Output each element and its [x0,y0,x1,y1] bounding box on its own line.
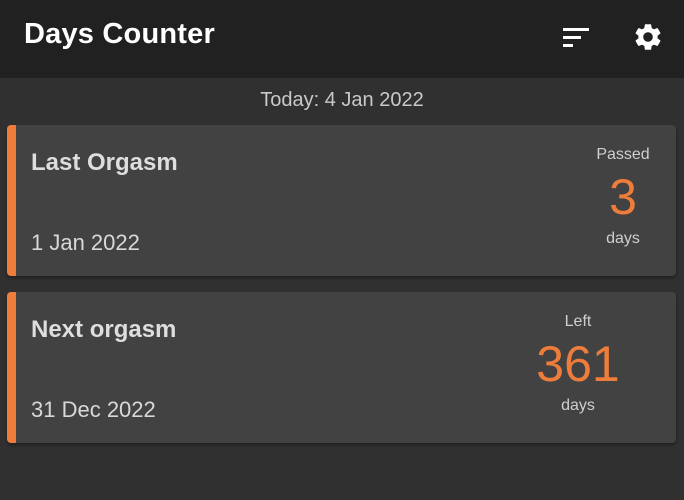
sort-button[interactable] [554,15,598,59]
app-root: Days Counter Today: 4 Jan 2022 Last Orga… [0,0,684,500]
counter-card-last[interactable]: Last Orgasm 1 Jan 2022 Passed 3 days [7,125,676,276]
card-accent-bar [7,125,16,276]
day-counter: Left 361 days [498,312,658,416]
app-title: Days Counter [24,18,215,50]
card-date: 1 Jan 2022 [31,230,140,255]
counter-value: 3 [609,169,637,225]
card-date: 31 Dec 2022 [31,397,156,422]
counter-value: 361 [536,336,620,392]
card-accent-bar [7,292,16,443]
counter-unit: days [561,397,595,414]
day-counter: Passed 3 days [528,145,658,249]
card-title: Next orgasm [31,316,177,343]
counter-label: Passed [596,146,650,163]
sort-icon [563,28,589,47]
card-title: Last Orgasm [31,149,178,176]
counter-label: Left [564,313,592,330]
settings-button[interactable] [626,15,670,59]
gear-icon [635,24,661,50]
counter-unit: days [606,230,640,247]
today-date-label: Today: 4 Jan 2022 [260,89,424,111]
counter-card-next[interactable]: Next orgasm 31 Dec 2022 Left 361 days [7,292,676,443]
app-bar: Days Counter [0,0,684,78]
